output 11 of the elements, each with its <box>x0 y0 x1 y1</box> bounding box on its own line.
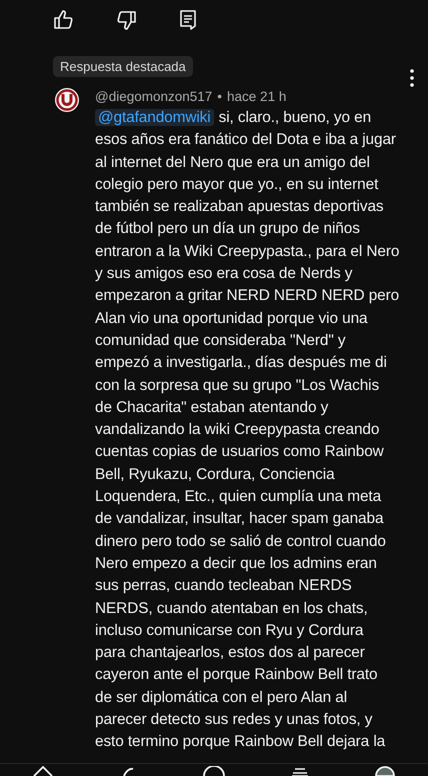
separator: • <box>217 89 222 104</box>
featured-reply-badge: Respuesta destacada <box>53 56 193 77</box>
comment-time: hace 21 h <box>227 89 286 104</box>
create-icon[interactable] <box>202 766 226 776</box>
author-name[interactable]: @diegomonzon517 <box>95 89 212 104</box>
avatar-icon[interactable] <box>55 88 79 112</box>
mention-link[interactable]: @gtafandomwiki <box>95 109 214 126</box>
avatar-icon[interactable] <box>373 766 398 776</box>
more-options-icon[interactable] <box>410 69 414 87</box>
comment-text: @gtafandomwiki si, claro., bueno, yo en esos años era fanático del Dota e iba a jugar al internet del Nero que era un amigo del colegio pero mayor que yo., en su internet también se realizaban apuestas deportivas de fútbol pero un día un grupo de niños entraron a la Wiki Creepypasta., para el Nero y sus amigos eso era cosa de Nerds y empezaron a gritar NERD NERD NERD pero Alan vio una oportunidad porque vio una comunidad que consideraba "Nerd" y empezó a investigarla., días después me di con la sorpresa que su grupo "Los Wachis de Chacarita" estaban atentando y vandalizando la wiki Creepypasta creando cuentas copias de usuarios como Rainbow Bell, Ryukazu, Cordura, Conciencia Loquendera, Etc., quien cumplía una meta de vandalizar, insultar, hacer spam ganaba dinero pero todo se salió de control cuando Nero empezo a decir que los admins eran sus perras, cuando tecleaban NERDS NERDS, cuando atentaban en los chats, incluso comunicarse con Ryu y Cordura para chantajearlos, estos dos al parecer cayeron ante el porque Rainbow Bell trato de ser diplomática con el pero Alan al parecer detecto sus redes y unas fotos, y esto termino porque Rainbow Bell dejara la <box>95 108 400 752</box>
home-icon[interactable] <box>30 766 55 776</box>
